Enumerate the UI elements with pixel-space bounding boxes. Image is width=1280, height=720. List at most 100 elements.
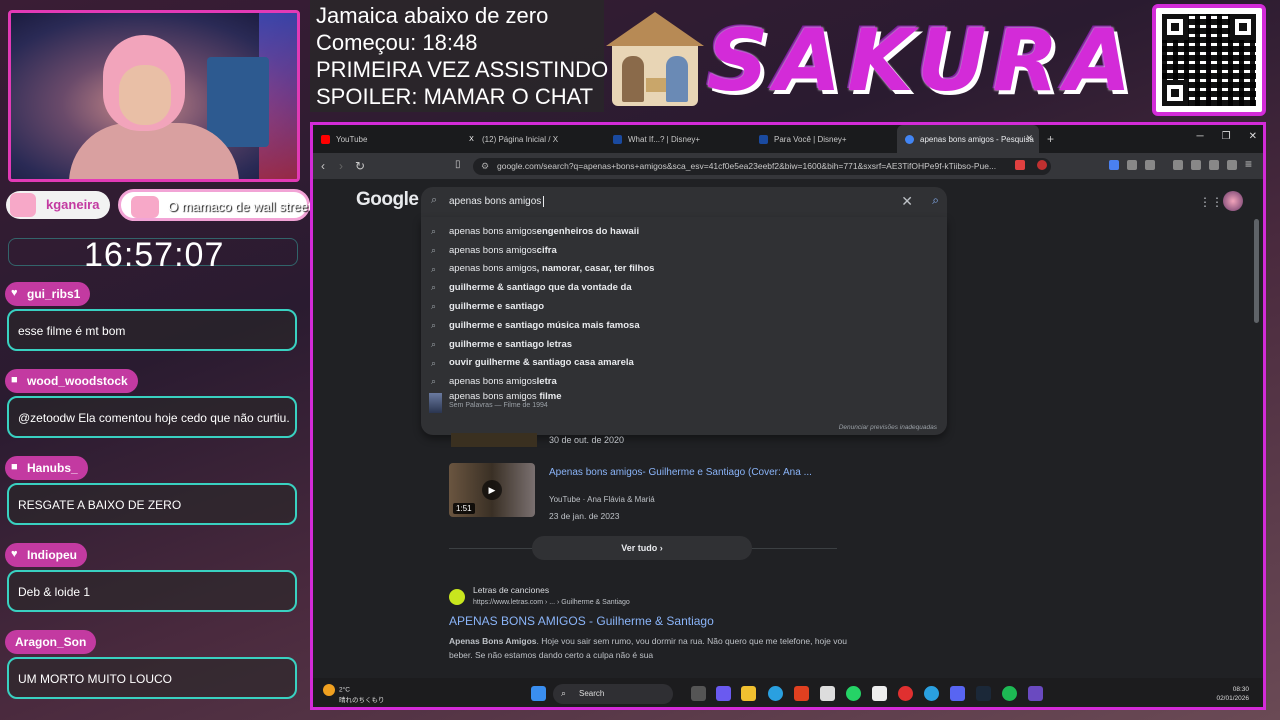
chat-username: ■ Hanubs_ — [5, 456, 88, 480]
brave-icon[interactable] — [1037, 160, 1047, 170]
extension-icon[interactable] — [1015, 160, 1025, 170]
edge-icon[interactable] — [768, 686, 783, 701]
close-tab-icon[interactable]: ✕ — [1025, 133, 1033, 144]
telegram-icon[interactable] — [924, 686, 939, 701]
suggestion-item[interactable]: ⌕ ouvir guilherme & santiago casa amarela — [421, 354, 947, 373]
suggestion-item[interactable]: ⌕ apenas bons amigos letra — [421, 372, 947, 391]
google-logo[interactable]: Google — [356, 189, 419, 211]
video-thumbnail[interactable] — [451, 433, 537, 447]
cake-icon — [131, 196, 159, 218]
info-line: Começou: 18:48 — [316, 30, 478, 55]
brave-icon[interactable] — [794, 686, 809, 701]
tab-disney-whatif[interactable]: What If...? | Disney+ — [605, 125, 751, 153]
tab-youtube[interactable]: YouTube — [313, 125, 459, 153]
suggestion-item-rich[interactable]: apenas bons amigos filme Sem Palavras — … — [421, 391, 947, 415]
weather-widget[interactable]: 2°C 晴れのちくもり — [323, 684, 385, 705]
windows-start-icon[interactable] — [531, 686, 546, 701]
video-title[interactable]: Apenas bons amigos- Guilherme e Santiago… — [549, 467, 812, 478]
minimize-button[interactable]: ─ — [1197, 131, 1204, 142]
obs-icon[interactable] — [872, 686, 887, 701]
taskbar-clock[interactable]: 08:30 02/01/2026 — [1216, 685, 1249, 703]
heart-icon: ♥ — [11, 548, 18, 560]
play-icon[interactable]: ▶ — [482, 480, 502, 500]
extension-icon[interactable] — [1145, 160, 1155, 170]
back-icon[interactable]: ‹ — [321, 159, 325, 173]
leo-icon[interactable] — [1209, 160, 1219, 170]
result-title[interactable]: APENAS BONS AMIGOS - Guilherme & Santiag… — [449, 614, 714, 628]
browser-window: YouTube X (12) Página Inicial / X What If… — [310, 122, 1266, 710]
url-field[interactable]: ⚙ google.com/search?q=apenas+bons+amigos… — [473, 158, 1051, 175]
suggestion-item[interactable]: ⌕ guilherme e santiago música mais famosa — [421, 316, 947, 335]
search-icon: ⌕ — [431, 244, 437, 255]
extension-icon[interactable] — [1109, 160, 1119, 170]
wallet-icon[interactable] — [1191, 160, 1201, 170]
search-box[interactable]: ⌕ apenas bons amigos ✕ ⌕ — [421, 187, 947, 217]
see-all-button[interactable]: Ver tudo › — [532, 536, 752, 560]
spotify-icon[interactable] — [1002, 686, 1017, 701]
search-submit-icon[interactable]: ⌕ — [932, 193, 939, 208]
sidebar-icon[interactable] — [1173, 160, 1183, 170]
taskbar: 2°C 晴れのちくもり ⌕ Search 08:30 02/01/2026 — [313, 678, 1263, 707]
suggestion-item[interactable]: ⌕ apenas bons amigos engenheiros do hawai… — [421, 222, 947, 241]
report-predictions-link[interactable]: Denunciar previsões inadequadas — [839, 424, 937, 431]
suggestion-item[interactable]: ⌕ guilherme e santiago letras — [421, 335, 947, 354]
whatsapp-icon[interactable] — [846, 686, 861, 701]
search-icon: ⌕ — [431, 263, 437, 274]
youtube-icon — [321, 134, 330, 144]
avatar[interactable] — [1223, 191, 1243, 211]
greet-badge: kganeira — [6, 191, 110, 219]
result-url[interactable]: https://www.letras.com › ... › Guilherme… — [473, 599, 630, 606]
suggestion-item[interactable]: ⌕ guilherme & santiago que da vontade da — [421, 278, 947, 297]
new-tab-button[interactable]: + — [1047, 132, 1054, 146]
search-input[interactable]: apenas bons amigos — [449, 196, 545, 207]
steam-icon[interactable] — [976, 686, 991, 701]
video-date: 23 de jan. de 2023 — [549, 511, 620, 521]
taskbar-search[interactable]: ⌕ Search — [553, 684, 673, 704]
folder-icon[interactable] — [741, 686, 756, 701]
chrome-icon[interactable] — [898, 686, 913, 701]
maximize-button[interactable]: ❐ — [1222, 131, 1231, 142]
suggestion-item[interactable]: ⌕ guilherme e santiago — [421, 297, 947, 316]
chat-message: @zetoodw Ela comentou hoje cedo que não … — [7, 396, 297, 438]
chat-message: UM MORTO MUITO LOUCO — [7, 657, 297, 699]
site-favicon-icon — [449, 589, 465, 605]
reload-icon[interactable]: ↻ — [355, 159, 365, 173]
copilot-icon[interactable] — [716, 686, 731, 701]
forward-icon[interactable]: › — [339, 159, 343, 173]
task-view-icon[interactable] — [691, 686, 706, 701]
chat-message: RESGATE A BAIXO DE ZERO — [7, 483, 297, 525]
close-window-button[interactable]: ✕ — [1249, 131, 1257, 142]
stream-clock: 16:57:07 — [84, 236, 225, 274]
store-icon[interactable] — [820, 686, 835, 701]
search-icon: ⌕ — [431, 282, 437, 293]
chat-username: ♥ gui_ribs1 — [5, 282, 91, 306]
site-info-icon[interactable]: ⚙ — [481, 161, 489, 172]
info-line: Jamaica abaixo de zero — [316, 3, 549, 28]
bookmark-icon[interactable]: ▯ — [455, 159, 461, 170]
search-icon: ⌕ — [431, 319, 437, 330]
app-icon[interactable] — [1028, 686, 1043, 701]
clear-icon[interactable]: ✕ — [901, 193, 913, 210]
nativity-image — [606, 12, 704, 112]
result-site-name[interactable]: Letras de canciones — [473, 585, 549, 595]
shield-icon[interactable] — [1227, 160, 1237, 170]
tab-google-search[interactable]: apenas bons amigos - Pesquisa ✕ — [897, 125, 1039, 153]
search-icon: ⌕ — [561, 688, 567, 698]
weather-icon — [323, 684, 335, 696]
scrollbar[interactable] — [1254, 219, 1259, 323]
chat-username: ♥ Indiopeu — [5, 543, 87, 567]
discord-icon[interactable] — [950, 686, 965, 701]
menu-icon[interactable]: ≡ — [1245, 157, 1252, 171]
badge-icon: ■ — [11, 461, 18, 473]
tab-bar: YouTube X (12) Página Inicial / X What If… — [313, 125, 1263, 153]
puzzle-icon[interactable] — [1127, 160, 1137, 170]
tab-x[interactable]: X (12) Página Inicial / X — [459, 125, 605, 153]
suggestion-item[interactable]: ⌕ apenas bons amigos, namorar, casar, ter… — [421, 260, 947, 279]
search-icon: ⌕ — [431, 301, 437, 312]
suggestion-item[interactable]: ⌕ apenas bons amigos cifra — [421, 241, 947, 260]
video-date: 30 de out. de 2020 — [549, 435, 625, 445]
video-result[interactable]: ▶ 1:51 Apenas bons amigos- Guilherme e S… — [449, 463, 869, 523]
tab-disney-paravoce[interactable]: Para Você | Disney+ — [751, 125, 897, 153]
streamer-face — [119, 65, 171, 125]
heart-icon: ♥ — [11, 287, 18, 299]
